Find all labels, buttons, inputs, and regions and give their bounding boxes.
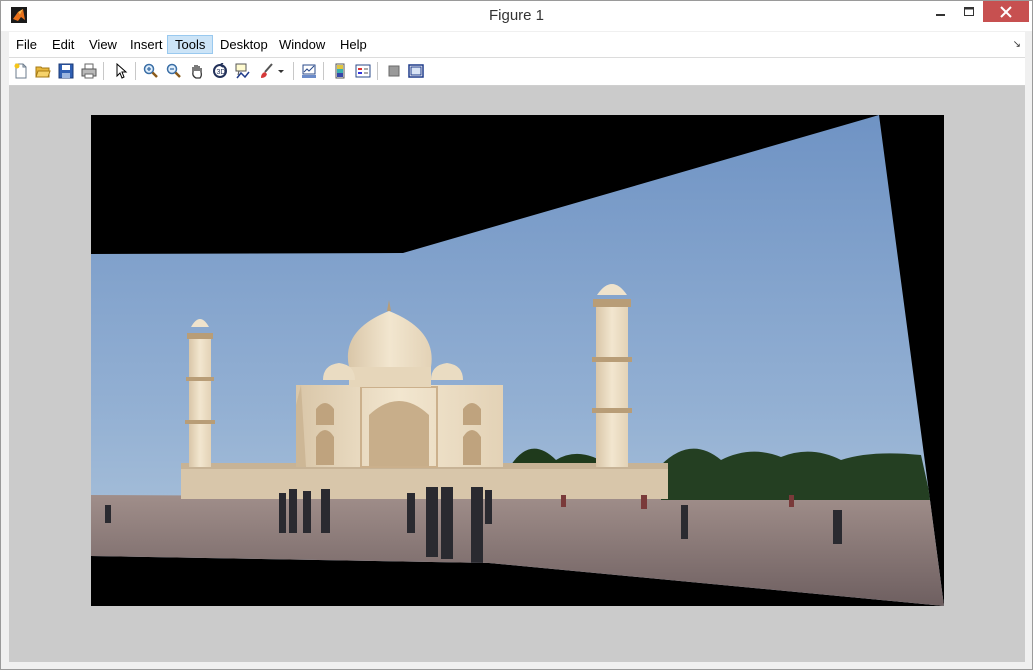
menu-bar: File Edit View Insert Tools Desktop Wind… — [9, 32, 1025, 58]
toolbar-separator — [323, 62, 324, 80]
title-bar[interactable]: Figure 1 — [1, 1, 1032, 31]
toolbar-separator — [293, 62, 294, 80]
rotate-3d-icon[interactable]: 3D — [210, 61, 230, 81]
data-cursor-icon[interactable] — [233, 61, 253, 81]
menu-window[interactable]: Window — [272, 35, 332, 54]
minimize-button[interactable] — [927, 1, 955, 22]
maximize-button[interactable] — [955, 1, 983, 22]
figure-toolbar: 3D — [9, 58, 1025, 86]
brush-icon[interactable] — [257, 61, 277, 81]
insert-colorbar-icon[interactable] — [330, 61, 350, 81]
close-icon — [1000, 5, 1012, 18]
hide-plot-tools-icon[interactable] — [384, 61, 404, 81]
zoom-in-icon[interactable] — [141, 61, 161, 81]
close-button[interactable] — [983, 1, 1029, 22]
menu-insert[interactable]: Insert — [123, 35, 170, 54]
link-plot-icon[interactable] — [299, 61, 319, 81]
toolbar-separator — [377, 62, 378, 80]
menu-tools[interactable]: Tools — [167, 35, 214, 54]
save-figure-icon[interactable] — [56, 61, 76, 81]
window-title: Figure 1 — [488, 7, 545, 24]
print-figure-icon[interactable] — [79, 61, 99, 81]
figure-window: Figure 1 File Edit View Insert Tools Des… — [0, 0, 1033, 670]
dock-figure-icon[interactable]: ↘ — [1013, 39, 1021, 50]
show-plot-tools-icon[interactable] — [406, 61, 426, 81]
menu-edit[interactable]: Edit — [45, 35, 81, 54]
open-file-icon[interactable] — [33, 61, 53, 81]
menu-desktop[interactable]: Desktop — [213, 35, 275, 54]
minimize-icon — [936, 13, 945, 16]
edit-plot-icon[interactable] — [111, 61, 131, 81]
pan-icon[interactable] — [187, 61, 207, 81]
toolbar-separator — [103, 62, 104, 80]
maximize-icon — [963, 6, 974, 16]
brush-dropdown-icon[interactable] — [275, 61, 287, 81]
zoom-out-icon[interactable] — [164, 61, 184, 81]
insert-legend-icon[interactable] — [353, 61, 373, 81]
menu-view[interactable]: View — [82, 35, 124, 54]
svg-text:3D: 3D — [217, 69, 226, 76]
panorama-image — [91, 115, 944, 606]
new-figure-icon[interactable] — [11, 61, 31, 81]
menu-file[interactable]: File — [9, 35, 44, 54]
image-axes[interactable] — [91, 115, 944, 606]
menu-help[interactable]: Help — [333, 35, 374, 54]
figure-canvas — [9, 86, 1025, 662]
toolbar-separator — [135, 62, 136, 80]
